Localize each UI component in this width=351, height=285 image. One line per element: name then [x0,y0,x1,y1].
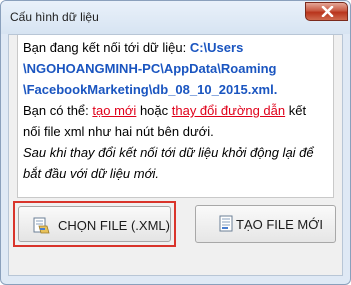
window-title: Cấu hình dữ liệu [10,10,99,24]
note-line1: Sau khi thay đổi kết nối tới dữ liệu khở… [23,145,314,160]
message-line4-mid: hoặc [136,103,172,118]
close-icon [321,6,334,17]
choose-file-button[interactable]: CHỌN FILE (.XML) [18,206,171,242]
dialog-body: Bạn đang kết nối tới dữ liệu: C:\Users \… [8,34,343,276]
close-button[interactable] [305,2,348,21]
message-line4-suffix: kết [285,103,307,118]
create-file-button[interactable]: TẠO FILE MỚI [195,205,336,243]
message-panel: Bạn đang kết nối tới dữ liệu: C:\Users \… [17,35,334,198]
create-new-link[interactable]: tạo mới [92,103,136,118]
create-file-label: TẠO FILE MỚI [236,217,323,232]
new-file-icon [219,215,233,232]
open-file-icon [33,217,50,234]
message-line1: Bạn đang kết nối tới dữ liệu: [23,40,190,55]
note-line2: bắt đầu với dữ liệu mới. [23,166,159,181]
choose-file-highlight: CHỌN FILE (.XML) [13,201,176,247]
dialog-window: Cấu hình dữ liệu Bạn đang kết nối tới dữ… [0,0,351,285]
choose-file-label: CHỌN FILE (.XML) [58,218,170,233]
title-bar: Cấu hình dữ liệu [1,1,350,34]
message-line5: nối file xml như hai nút bên dưới. [23,124,214,139]
message-line4-prefix: Bạn có thể: [23,103,93,118]
data-path-part2: \NGOHOANGMINH-PC\AppData\Roaming [23,61,277,76]
change-path-link[interactable]: thay đổi đường dẫn [172,103,285,118]
data-path-part1: C:\Users [189,40,244,55]
data-path-part3: \FacebookMarketing\db_08_10_2015.xml. [23,82,278,97]
